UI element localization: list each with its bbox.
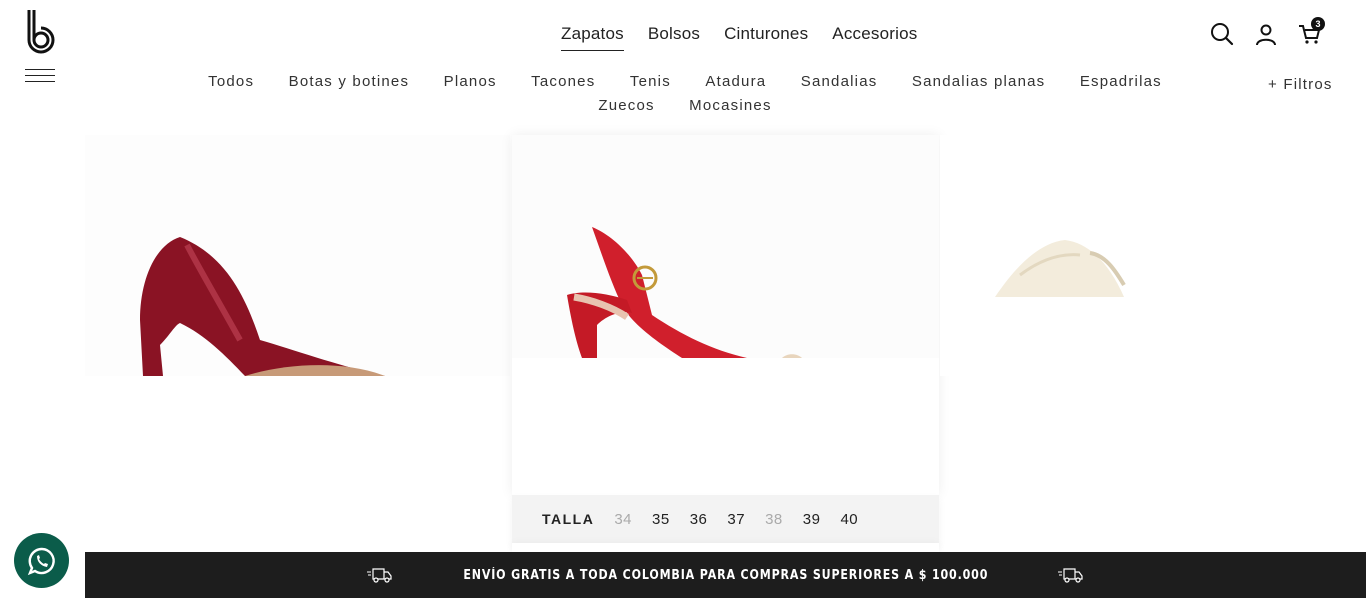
category-nav: Todos Botas y botines Planos Tacones Ten…: [170, 70, 1200, 118]
product-image-red-slingback: [567, 227, 802, 358]
size-option-36[interactable]: 36: [690, 511, 708, 528]
brand-logo[interactable]: [25, 10, 59, 54]
product-card-burgundy-pump[interactable]: [85, 135, 510, 376]
category-zuecos[interactable]: Zuecos: [598, 94, 654, 118]
menu-hamburger-icon[interactable]: [25, 69, 55, 83]
size-option-39[interactable]: 39: [803, 511, 821, 528]
category-sandalias-planas[interactable]: Sandalias planas: [912, 70, 1045, 94]
cart-count-badge: 3: [1311, 17, 1325, 31]
product-card-red-slingback[interactable]: [512, 135, 939, 495]
size-option-37[interactable]: 37: [727, 511, 745, 528]
search-icon[interactable]: [1210, 22, 1234, 46]
truck-icon: [366, 568, 392, 583]
card-footer: [512, 543, 939, 552]
product-card-cream-espadrille[interactable]: [940, 135, 1366, 376]
category-tacones[interactable]: Tacones: [531, 70, 595, 94]
nav-accesorios[interactable]: Accesorios: [832, 24, 917, 51]
category-todos[interactable]: Todos: [208, 70, 254, 94]
product-image-cream-espadrille: [995, 240, 1126, 297]
main-nav: Zapatos Bolsos Cinturones Accesorios: [561, 24, 941, 51]
user-icon[interactable]: [1254, 22, 1278, 46]
size-option-34[interactable]: 34: [614, 511, 632, 528]
category-sandalias[interactable]: Sandalias: [801, 70, 878, 94]
category-botas[interactable]: Botas y botines: [289, 70, 410, 94]
truck-icon: [1058, 568, 1083, 583]
category-espadrilas[interactable]: Espadrilas: [1080, 70, 1162, 94]
header-icons: 3: [1210, 17, 1325, 46]
nav-bolsos[interactable]: Bolsos: [648, 24, 700, 51]
shipping-banner-text: ENVÍO GRATIS A TODA COLOMBIA PARA COMPRA…: [463, 567, 988, 583]
nav-zapatos[interactable]: Zapatos: [561, 24, 624, 51]
size-label: TALLA: [542, 511, 595, 527]
whatsapp-button[interactable]: [14, 533, 69, 588]
category-mocasines[interactable]: Mocasines: [689, 94, 772, 118]
size-option-35[interactable]: 35: [652, 511, 670, 528]
whatsapp-icon: [27, 547, 55, 575]
category-atadura[interactable]: Atadura: [705, 70, 766, 94]
category-planos[interactable]: Planos: [444, 70, 497, 94]
category-tenis[interactable]: Tenis: [630, 70, 671, 94]
filters-button[interactable]: + Filtros: [1268, 76, 1333, 93]
size-option-40[interactable]: 40: [840, 511, 858, 528]
nav-cinturones[interactable]: Cinturones: [724, 24, 808, 51]
product-image-burgundy-pump: [140, 237, 385, 376]
shipping-banner: ENVÍO GRATIS A TODA COLOMBIA PARA COMPRA…: [85, 552, 1366, 598]
size-selector: TALLA 34 35 36 37 38 39 40: [512, 495, 939, 543]
cart-icon[interactable]: 3: [1298, 17, 1325, 46]
size-option-38[interactable]: 38: [765, 511, 783, 528]
